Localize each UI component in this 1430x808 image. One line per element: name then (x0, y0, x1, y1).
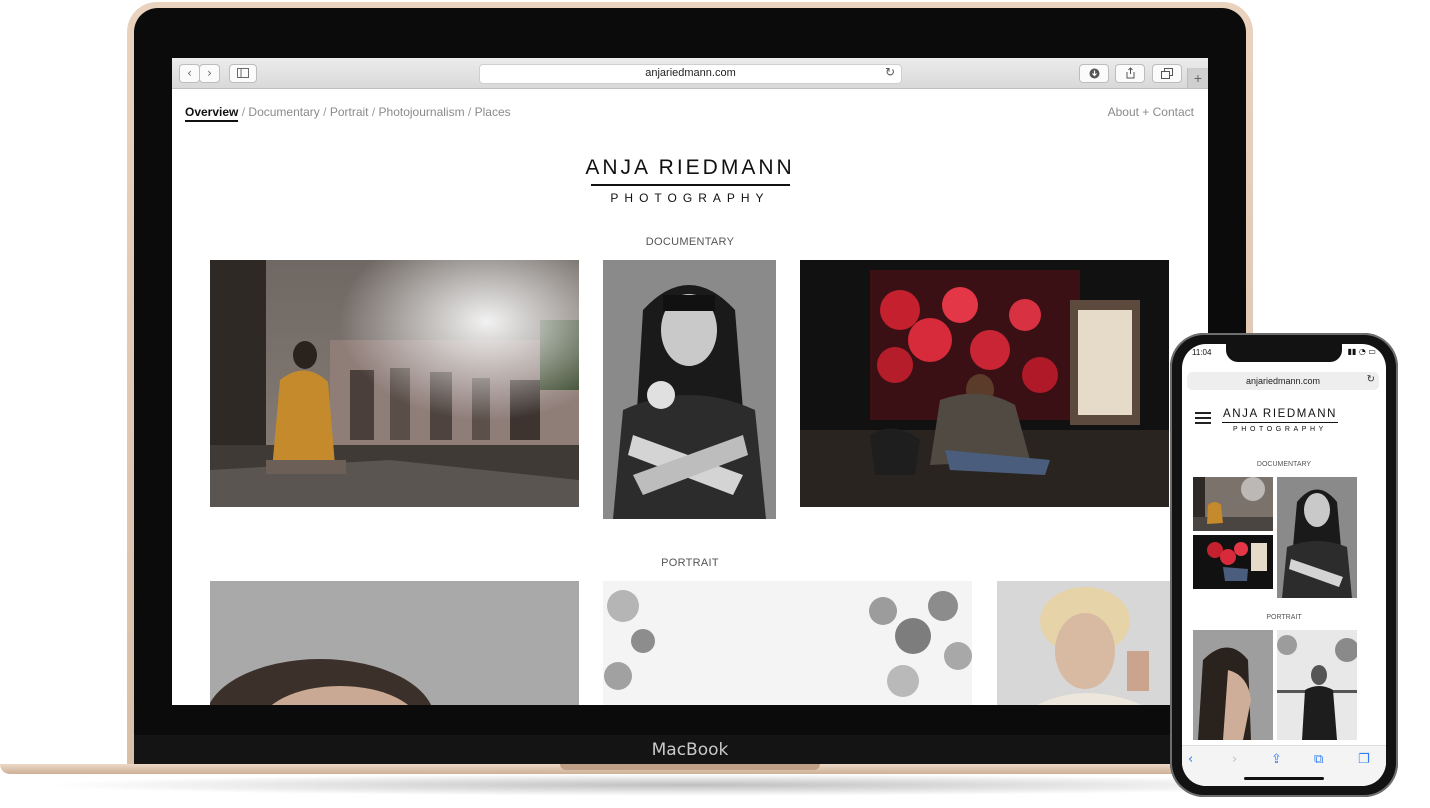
laptop-shadow (40, 774, 1340, 796)
home-indicator (1244, 777, 1324, 780)
nav-places[interactable]: Places (475, 105, 511, 119)
balloons-photo-image (800, 260, 1169, 507)
site-logo[interactable]: ANJA RIEDMANN PHOTOGRAPHY (172, 156, 1208, 205)
phone-logo-rule (1222, 422, 1338, 423)
woman-portrait-image (603, 260, 776, 519)
forward-button[interactable]: › (199, 64, 220, 83)
phone-woman-image (1277, 477, 1357, 598)
phone-courtyard-image (1193, 477, 1273, 531)
logo-subtitle: PHOTOGRAPHY (610, 191, 770, 205)
phone-photo-man-suit[interactable] (1277, 630, 1357, 740)
phone-forward-icon[interactable]: › (1232, 752, 1237, 767)
nav-separator: / (371, 105, 376, 119)
reload-icon[interactable]: ↻ (885, 65, 895, 79)
chevron-right-icon: › (207, 66, 212, 80)
nav-portrait[interactable]: Portrait (330, 105, 369, 119)
phone-url-bar[interactable]: anjariedmann.com ↻ (1187, 372, 1379, 390)
photo-portrait-foliage[interactable] (603, 581, 972, 705)
section-label-portrait[interactable]: PORTRAIT (172, 557, 1208, 569)
photo-documentary-balloons[interactable] (800, 260, 1169, 507)
nav-photojournalism[interactable]: Photojournalism (379, 105, 465, 119)
phone-url-text: anjariedmann.com (1245, 376, 1321, 386)
phone-site-logo[interactable]: ANJA RIEDMANN PHOTOGRAPHY (1222, 408, 1338, 433)
phone-photo-courtyard[interactable] (1193, 477, 1273, 531)
download-button[interactable] (1079, 64, 1109, 83)
laptop-notch (560, 764, 820, 770)
profile-photo-image (210, 581, 579, 705)
hamburger-menu-icon[interactable] (1195, 412, 1211, 424)
phone-bookmarks-icon[interactable]: ⧉ (1314, 752, 1323, 767)
logo-rule (590, 184, 790, 186)
browser-toolbar: ‹ › anjariedmann.com ↻ + (172, 58, 1208, 89)
photo-portrait-profile[interactable] (210, 581, 579, 705)
courtyard-photo-image (210, 260, 579, 507)
phone-profile-image (1193, 630, 1273, 740)
url-bar[interactable]: anjariedmann.com ↻ (479, 64, 902, 84)
phone-logo-subtitle: PHOTOGRAPHY (1233, 426, 1327, 433)
nav-separator: / (323, 105, 327, 119)
phone-section-documentary[interactable]: DOCUMENTARY (1182, 461, 1386, 468)
about-contact-link[interactable]: About + Contact (1108, 105, 1194, 119)
chevron-left-icon: ‹ (187, 66, 192, 80)
phone-tabs-icon[interactable]: ❐ (1358, 752, 1370, 767)
phone-screen: 11:04 ▮▮ ◔ ▭ anjariedmann.com ↻ ANJA RIE… (1182, 344, 1386, 786)
site-nav: Overview / Documentary / Portrait / Phot… (185, 105, 511, 122)
photo-documentary-courtyard[interactable] (210, 260, 579, 507)
phone-browser-toolbar: ‹ › ⇪ ⧉ ❐ (1182, 745, 1386, 786)
foliage-photo-image (603, 581, 972, 705)
tabs-button[interactable] (1152, 64, 1182, 83)
nav-separator: / (241, 105, 246, 119)
phone-photo-profile[interactable] (1193, 630, 1273, 740)
phone-balloons-image (1193, 535, 1273, 589)
share-button[interactable] (1115, 64, 1145, 83)
phone-share-icon[interactable]: ⇪ (1271, 752, 1282, 767)
phone-back-icon[interactable]: ‹ (1188, 752, 1193, 767)
phone-man-suit-image (1277, 630, 1357, 740)
download-icon (1089, 68, 1099, 79)
phone-section-portrait[interactable]: PORTRAIT (1182, 614, 1386, 621)
section-label-documentary[interactable]: DOCUMENTARY (172, 236, 1208, 248)
logo-name: ANJA RIEDMANN (585, 156, 795, 179)
phone-time: 11:04 (1192, 348, 1212, 357)
sidebar-icon (237, 68, 249, 78)
tabs-icon (1161, 68, 1173, 79)
phone-reload-icon[interactable]: ↻ (1367, 374, 1375, 385)
nav-overview[interactable]: Overview (185, 105, 239, 122)
phone-notch (1226, 344, 1342, 362)
phone-photo-balloons[interactable] (1193, 535, 1273, 589)
photo-documentary-portrait-woman[interactable] (603, 260, 776, 519)
sidebar-button[interactable] (229, 64, 257, 83)
phone-logo-name: ANJA RIEDMANN (1222, 408, 1338, 420)
laptop-screen: ‹ › anjariedmann.com ↻ + Overview / Docu… (172, 58, 1208, 705)
url-text: anjariedmann.com (645, 67, 736, 79)
plus-icon: + (1193, 70, 1203, 86)
nav-documentary[interactable]: Documentary (248, 105, 319, 119)
nav-separator: / (467, 105, 472, 119)
new-tab-button[interactable]: + (1187, 68, 1208, 88)
phone-photo-woman[interactable] (1277, 477, 1357, 598)
back-button[interactable]: ‹ (179, 64, 200, 83)
share-icon (1126, 67, 1134, 79)
signal-wifi-battery-icon: ▮▮ ◔ ▭ (1347, 347, 1376, 356)
